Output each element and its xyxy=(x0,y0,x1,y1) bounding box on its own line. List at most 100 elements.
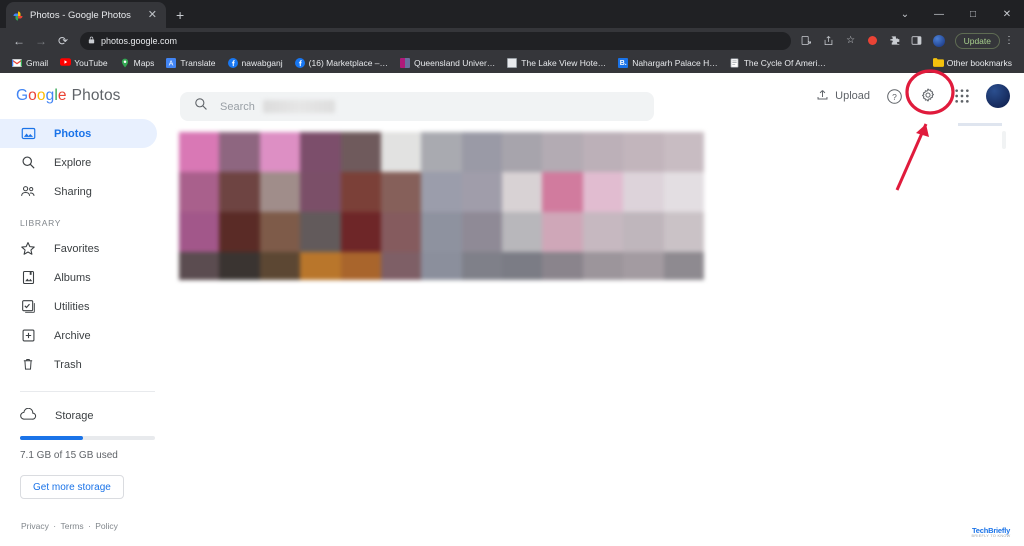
get-more-storage-button[interactable]: Get more storage xyxy=(20,475,124,499)
minimize-icon[interactable]: — xyxy=(922,0,956,28)
sidebar-item-favorites[interactable]: Favorites xyxy=(0,234,157,263)
search-input[interactable]: Search xyxy=(220,101,255,113)
privacy-link[interactable]: Privacy xyxy=(21,521,49,531)
apps-grid-icon[interactable] xyxy=(952,86,972,106)
maximize-icon[interactable]: □ xyxy=(956,0,990,28)
photo-thumbnail[interactable] xyxy=(421,252,462,280)
terms-link[interactable]: Terms xyxy=(60,521,83,531)
photo-thumbnail[interactable] xyxy=(502,252,543,280)
photo-thumbnail[interactable] xyxy=(502,172,543,212)
photo-thumbnail[interactable] xyxy=(582,212,624,252)
photo-thumbnail[interactable] xyxy=(380,252,422,280)
policy-link[interactable]: Policy xyxy=(95,521,118,531)
gear-icon[interactable] xyxy=(918,86,938,106)
photo-thumbnail[interactable] xyxy=(421,172,462,212)
storage-section-header[interactable]: Storage xyxy=(0,407,175,424)
new-tab-button[interactable]: + xyxy=(176,7,184,23)
help-circle-icon[interactable]: ? xyxy=(884,86,904,106)
photo-thumbnail[interactable] xyxy=(340,212,381,252)
browser-profile-avatar[interactable] xyxy=(929,31,949,51)
install-app-icon[interactable] xyxy=(797,31,817,51)
photo-thumbnail[interactable] xyxy=(582,132,624,172)
photo-thumbnail[interactable] xyxy=(219,212,260,252)
photo-thumbnail[interactable] xyxy=(623,212,664,252)
browser-menu-icon[interactable]: ⋮ xyxy=(1002,35,1016,46)
photo-thumbnail[interactable] xyxy=(300,212,341,252)
photo-thumbnail[interactable] xyxy=(179,252,220,280)
tab-search-icon[interactable]: ⌄ xyxy=(888,0,922,28)
photo-thumbnail[interactable] xyxy=(623,252,664,280)
photo-thumbnail[interactable] xyxy=(259,252,301,280)
bookmark-item[interactable]: nawabganj xyxy=(222,58,289,68)
photo-thumbnail[interactable] xyxy=(461,252,503,280)
account-avatar[interactable] xyxy=(986,84,1010,108)
photo-grid[interactable] xyxy=(179,132,704,280)
photo-grid-cells[interactable] xyxy=(179,132,704,280)
photo-thumbnail[interactable] xyxy=(421,132,462,172)
scrollbar-thumb[interactable] xyxy=(1002,131,1006,149)
share-icon[interactable] xyxy=(819,31,839,51)
bookmark-item[interactable]: Queensland Univer… xyxy=(394,58,501,68)
photo-thumbnail[interactable] xyxy=(663,172,704,212)
side-panel-icon[interactable] xyxy=(907,31,927,51)
sidebar-item-utilities[interactable]: Utilities xyxy=(0,292,157,321)
photo-thumbnail[interactable] xyxy=(582,172,624,212)
close-tab-icon[interactable]: ✕ xyxy=(145,9,160,21)
bookmark-item[interactable]: The Lake View Hote… xyxy=(501,58,612,68)
upload-button[interactable]: Upload xyxy=(816,88,870,104)
other-bookmarks-folder[interactable]: Other bookmarks xyxy=(927,58,1018,68)
photo-thumbnail[interactable] xyxy=(582,252,624,280)
sidebar-item-explore[interactable]: Explore xyxy=(0,148,157,177)
photo-thumbnail[interactable] xyxy=(259,172,301,212)
photo-thumbnail[interactable] xyxy=(300,172,341,212)
photo-thumbnail[interactable] xyxy=(623,172,664,212)
photo-thumbnail[interactable] xyxy=(259,132,301,172)
update-button[interactable]: Update xyxy=(954,32,1000,49)
photo-thumbnail[interactable] xyxy=(623,132,664,172)
photo-thumbnail[interactable] xyxy=(542,132,583,172)
sidebar-item-trash[interactable]: Trash xyxy=(0,350,157,379)
photo-thumbnail[interactable] xyxy=(542,252,583,280)
sidebar-item-sharing[interactable]: Sharing xyxy=(0,177,157,206)
photo-thumbnail[interactable] xyxy=(542,212,583,252)
photo-thumbnail[interactable] xyxy=(663,212,704,252)
photo-thumbnail[interactable] xyxy=(300,132,341,172)
photo-thumbnail[interactable] xyxy=(219,172,260,212)
photo-thumbnail[interactable] xyxy=(502,212,543,252)
photo-thumbnail[interactable] xyxy=(421,212,462,252)
photo-thumbnail[interactable] xyxy=(179,172,220,212)
sidebar-item-photos[interactable]: Photos xyxy=(0,119,157,148)
bookmark-item[interactable]: The Cycle Of Ameri… xyxy=(724,58,832,68)
sidebar-item-albums[interactable]: Albums xyxy=(0,263,157,292)
photo-thumbnail[interactable] xyxy=(663,132,704,172)
photo-thumbnail[interactable] xyxy=(179,132,220,172)
photo-thumbnail[interactable] xyxy=(461,132,503,172)
back-icon[interactable]: ← xyxy=(8,30,30,52)
extensions-puzzle-icon[interactable] xyxy=(885,31,905,51)
bookmark-item[interactable]: A Translate xyxy=(160,58,221,68)
bookmark-item[interactable]: (16) Marketplace –… xyxy=(289,58,394,68)
photo-thumbnail[interactable] xyxy=(502,132,543,172)
photo-thumbnail[interactable] xyxy=(179,212,220,252)
photo-thumbnail[interactable] xyxy=(542,172,583,212)
photo-thumbnail[interactable] xyxy=(259,212,301,252)
sidebar-item-archive[interactable]: Archive xyxy=(0,321,157,350)
bookmark-item[interactable]: B. Nahargarh Palace H… xyxy=(612,58,724,68)
photo-thumbnail[interactable] xyxy=(340,172,381,212)
photo-thumbnail[interactable] xyxy=(380,212,422,252)
photo-thumbnail[interactable] xyxy=(300,252,341,280)
photo-thumbnail[interactable] xyxy=(340,132,381,172)
photo-thumbnail[interactable] xyxy=(663,252,704,280)
address-bar[interactable]: photos.google.com xyxy=(80,31,791,50)
google-photos-logo[interactable]: Google Photos xyxy=(16,87,121,105)
bookmark-item[interactable]: YouTube xyxy=(54,58,113,68)
photo-thumbnail[interactable] xyxy=(461,212,503,252)
photo-thumbnail[interactable] xyxy=(219,132,260,172)
search-bar[interactable]: Search xyxy=(180,92,654,121)
browser-tab[interactable]: Photos - Google Photos ✕ xyxy=(6,2,166,28)
photo-thumbnail[interactable] xyxy=(340,252,381,280)
bookmark-item[interactable]: Maps xyxy=(114,58,161,68)
close-window-icon[interactable]: ✕ xyxy=(990,0,1024,28)
photo-thumbnail[interactable] xyxy=(380,132,422,172)
recording-indicator-icon[interactable] xyxy=(863,31,883,51)
